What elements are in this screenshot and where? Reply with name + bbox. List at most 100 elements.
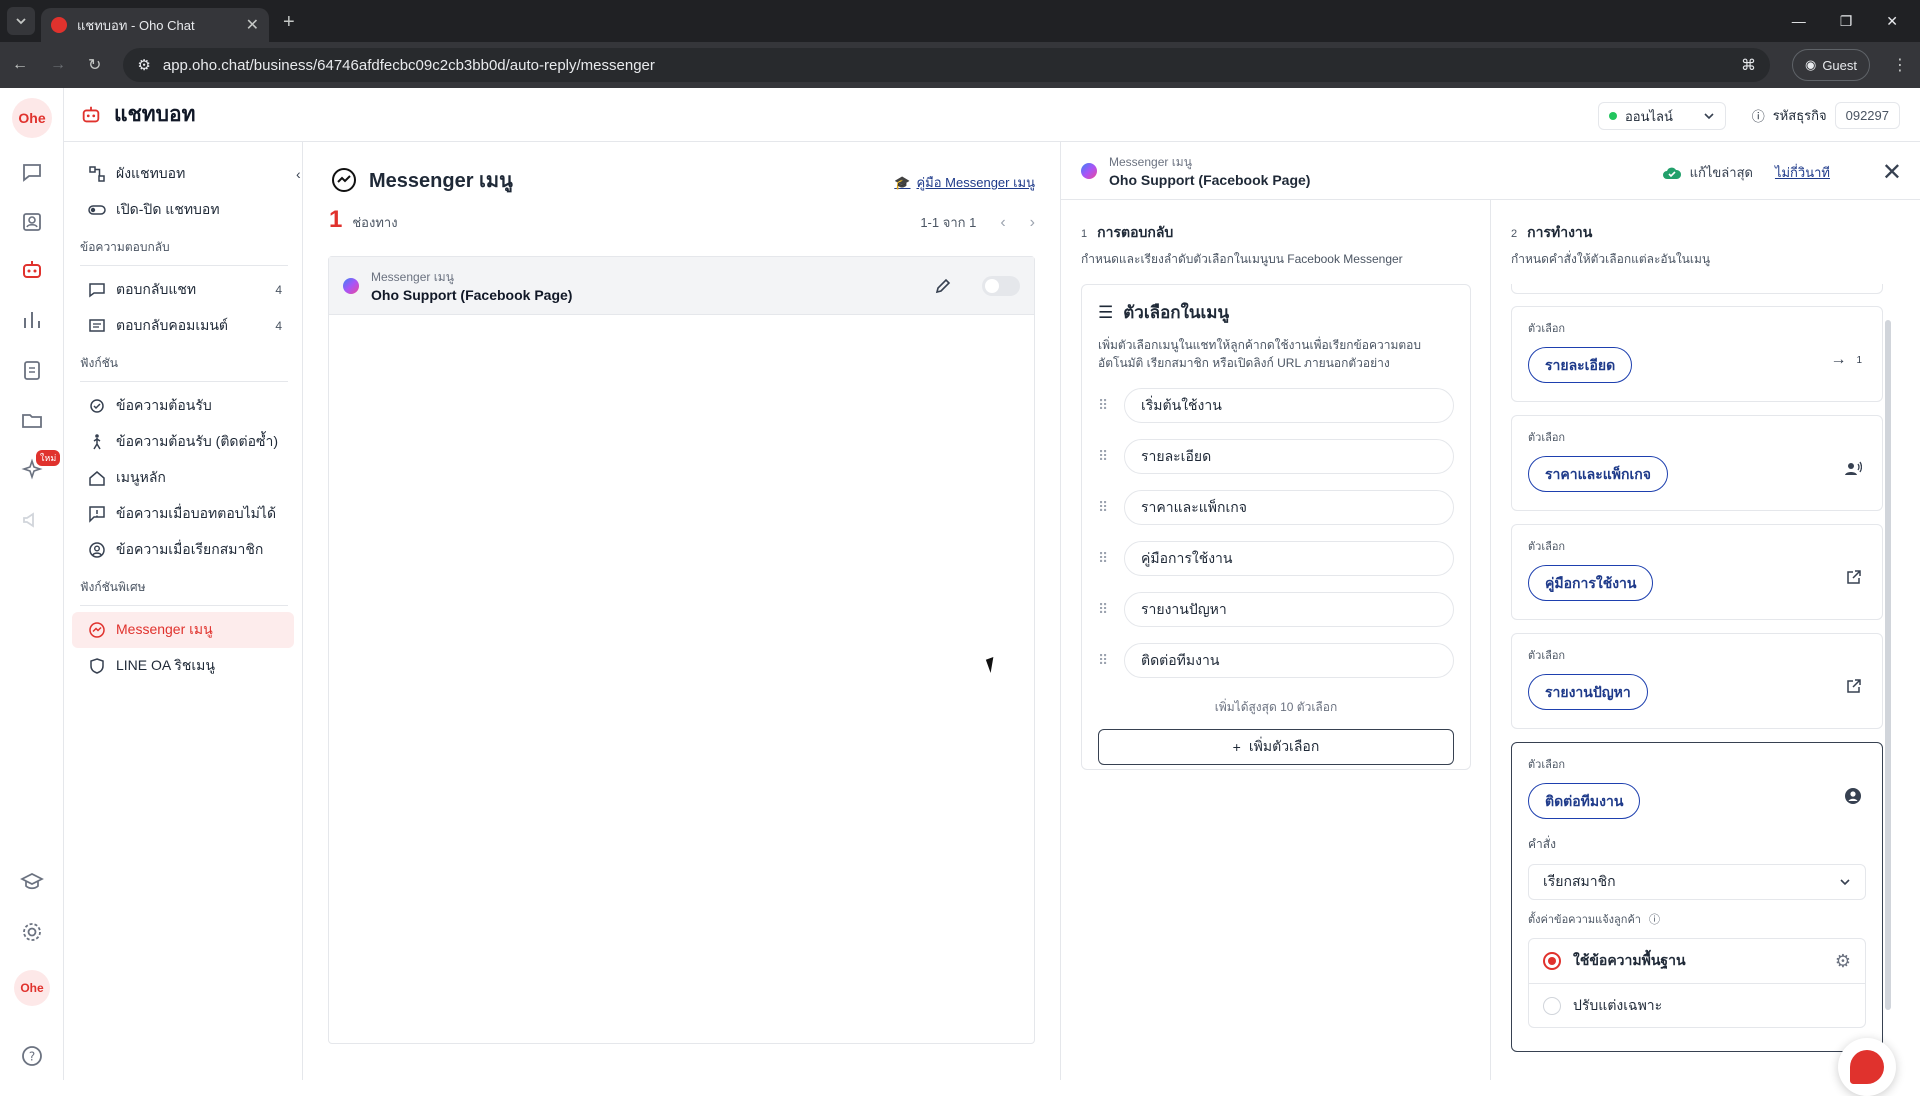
settings-gear-icon[interactable]	[20, 920, 44, 944]
edit-pencil-icon[interactable]	[934, 277, 952, 295]
action-option-pill[interactable]: คู่มือการใช้งาน	[1528, 565, 1654, 601]
action-card[interactable]: ตัวเลือก รายละเอียด → 1	[1511, 306, 1883, 402]
drag-handle-icon[interactable]: ⠿	[1098, 499, 1112, 516]
list-item[interactable]: Messenger เมนู Oho Support (Facebook Pag…	[329, 257, 1034, 315]
action-option-pill[interactable]: รายงานปัญหา	[1528, 674, 1648, 710]
sidebar-item-label: ข้อความต้อนรับ	[116, 397, 212, 413]
clipboard-icon[interactable]	[20, 358, 44, 382]
info-icon[interactable]: ⓘ	[1649, 911, 1660, 927]
scrollbar[interactable]	[1885, 320, 1891, 1010]
radio-default-message[interactable]: ใช้ข้อความพื้นฐาน ⚙	[1529, 939, 1865, 983]
back-icon[interactable]: ←	[12, 56, 28, 74]
tab-search-button[interactable]	[7, 7, 35, 35]
drag-handle-icon[interactable]: ⠿	[1098, 448, 1112, 465]
chatbot-icon[interactable]	[20, 258, 44, 282]
action-option-pill[interactable]: ติดต่อทีมงาน	[1528, 783, 1641, 819]
tab-close-icon[interactable]: ✕	[246, 15, 259, 35]
drag-handle-icon[interactable]: ⠿	[1098, 550, 1112, 567]
profile-button[interactable]: ◉ Guest	[1791, 49, 1870, 81]
sidebar-item-toggle[interactable]: เปิด-ปิด แชทบอท	[72, 192, 294, 228]
sidebar-item-label: Messenger เมนู	[116, 621, 213, 637]
sidebar-item-flow[interactable]: ผังแชทบอท	[72, 156, 294, 192]
browser-menu-icon[interactable]: ⋮	[1892, 55, 1908, 75]
sidebar-item-fallback[interactable]: ข้อความเมื่อบอทตอบไม่ได้	[72, 496, 294, 532]
folder-icon[interactable]	[20, 408, 44, 432]
channel-count-label: ช่องทาง	[352, 215, 398, 230]
oho-logo[interactable]: Ohe	[12, 98, 52, 138]
business-id: ⓘ รหัสธุรกิจ 092297	[1752, 102, 1900, 129]
menu-editor-panel: Messenger เมนู Oho Support (Facebook Pag…	[1060, 142, 1920, 1096]
sidebar-item-messenger-menu[interactable]: Messenger เมนู	[72, 612, 294, 648]
action-card-expanded[interactable]: ตัวเลือก ติดต่อทีมงาน คำสั่ง เรียกสมาชิก…	[1511, 742, 1883, 1052]
action-list: ตัวเลือก รายละเอียด → 1 ตัวเลือก ราคาและแ…	[1491, 284, 1920, 1080]
action-card[interactable]: ตัวเลือก ราคาและแพ็กเกจ	[1511, 415, 1883, 511]
menu-option-input[interactable]: ติดต่อทีมงาน	[1124, 643, 1454, 678]
sidebar-item-comment-reply[interactable]: ตอบกลับคอมเมนต์ 4	[72, 308, 294, 344]
action-option-pill[interactable]: รายละเอียด	[1528, 347, 1633, 383]
menu-option-input[interactable]: ราคาและแพ็กเกจ	[1124, 490, 1454, 525]
radio-label: ใช้ข้อความพื้นฐาน	[1573, 952, 1686, 968]
prev-page-icon[interactable]: ‹	[1000, 214, 1005, 232]
academy-icon[interactable]	[20, 870, 44, 894]
menu-option: ⠿ คู่มือการใช้งาน	[1098, 541, 1454, 576]
new-tab-button[interactable]: +	[283, 11, 295, 34]
translate-icon[interactable]: ⌘	[1741, 56, 1756, 74]
notify-radio-group: ใช้ข้อความพื้นฐาน ⚙ ปรับแต่งเฉพาะ	[1528, 938, 1866, 1028]
sidebar-item-call-member[interactable]: ข้อความเมื่อเรียกสมาชิก	[72, 532, 294, 568]
action-option-pill[interactable]: ราคาและแพ็กเกจ	[1528, 456, 1668, 492]
oho-favicon-icon	[51, 17, 67, 33]
close-panel-icon[interactable]: ✕	[1882, 158, 1902, 187]
menu-option-input[interactable]: รายละเอียด	[1124, 439, 1454, 474]
chat-icon[interactable]	[20, 160, 44, 184]
chevron-down-icon	[16, 18, 26, 25]
chat-support-button[interactable]	[1838, 1038, 1896, 1096]
drag-handle-icon[interactable]: ⠿	[1098, 601, 1112, 618]
sidebar-item-line-richmenu[interactable]: LINE OA ริชเมนู	[72, 648, 294, 684]
analytics-icon[interactable]	[20, 308, 44, 332]
forward-icon[interactable]: →	[50, 56, 66, 74]
drag-handle-icon[interactable]: ⠿	[1098, 397, 1112, 414]
online-dot-icon	[1609, 112, 1617, 120]
account-avatar[interactable]: Ohe	[14, 970, 50, 1006]
menu-option-input[interactable]: เริ่มต้นใช้งาน	[1124, 388, 1454, 423]
status-dropdown[interactable]: ออนไลน์	[1598, 102, 1726, 130]
site-info-icon[interactable]: ⚙	[137, 56, 150, 74]
close-window-icon[interactable]: ✕	[1886, 13, 1898, 30]
channel-count-number: 1	[329, 206, 343, 233]
reload-icon[interactable]: ↻	[88, 55, 101, 75]
drag-handle-icon[interactable]: ⠿	[1098, 652, 1112, 669]
add-option-button[interactable]: + เพิ่มตัวเลือก	[1098, 729, 1454, 765]
sidebar-item-chat-reply[interactable]: ตอบกลับแชท 4	[72, 272, 294, 308]
guide-link[interactable]: 🎓 คู่มือ Messenger เมนู	[894, 172, 1035, 193]
contacts-icon[interactable]	[20, 210, 44, 234]
channel-enable-toggle[interactable]	[982, 275, 1020, 296]
action-card[interactable]: ตัวเลือก คู่มือการใช้งาน	[1511, 524, 1883, 620]
messenger-icon	[89, 622, 105, 638]
sidebar-item-main-menu[interactable]: เมนูหลัก	[72, 460, 294, 496]
restore-icon[interactable]: ❐	[1840, 13, 1853, 30]
url-field[interactable]: ⚙ app.oho.chat/business/64746afdfecbc09c…	[123, 48, 1770, 82]
save-status-time[interactable]: ไม่กี่วินาที	[1775, 162, 1830, 183]
help-icon[interactable]: ?	[20, 1044, 44, 1068]
menu-option-input[interactable]: คู่มือการใช้งาน	[1124, 541, 1454, 576]
radio-custom-message[interactable]: ปรับแต่งเฉพาะ	[1529, 983, 1865, 1027]
pagination: 1-1 จาก 1 ‹ ›	[920, 212, 1035, 233]
browser-tab[interactable]: แชทบอท - Oho Chat ✕	[41, 8, 269, 42]
menu-option-input[interactable]: รายงานปัญหา	[1124, 592, 1454, 627]
step-number: 2	[1511, 228, 1518, 240]
step-title: การทำงาน	[1527, 224, 1593, 240]
minimize-icon[interactable]: —	[1792, 13, 1806, 29]
cloud-check-icon	[1662, 167, 1681, 179]
sidebar-item-welcome[interactable]: ข้อความต้อนรับ	[72, 388, 294, 424]
business-id-code[interactable]: 092297	[1834, 102, 1900, 129]
page-title-wrap: แชทบอท	[80, 98, 195, 131]
sidebar-item-welcome-repeat[interactable]: ข้อความต้อนรับ (ติดต่อซ้ำ)	[72, 424, 294, 460]
action-card[interactable]: ตัวเลือก รายงานปัญหา	[1511, 633, 1883, 729]
messenger-icon	[332, 168, 356, 192]
comment-reply-icon	[89, 319, 105, 332]
broadcast-icon[interactable]	[20, 508, 44, 532]
gear-icon[interactable]: ⚙	[1835, 951, 1851, 972]
command-select[interactable]: เรียกสมาชิก	[1528, 864, 1866, 900]
sidebar-item-label: ข้อความเมื่อบอทตอบไม่ได้	[116, 505, 277, 521]
next-page-icon[interactable]: ›	[1030, 214, 1035, 232]
